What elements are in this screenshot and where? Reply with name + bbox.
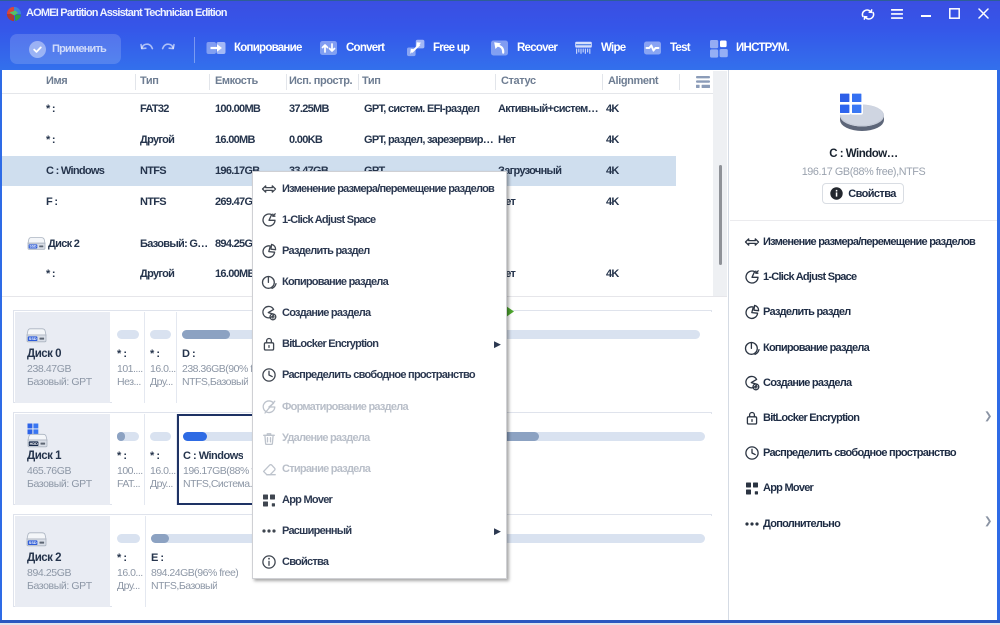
svg-text:SSD: SSD — [30, 245, 38, 249]
svg-text:HDD: HDD — [30, 442, 38, 446]
svg-text:SSD: SSD — [29, 337, 37, 341]
svg-text:SSD: SSD — [29, 541, 37, 545]
